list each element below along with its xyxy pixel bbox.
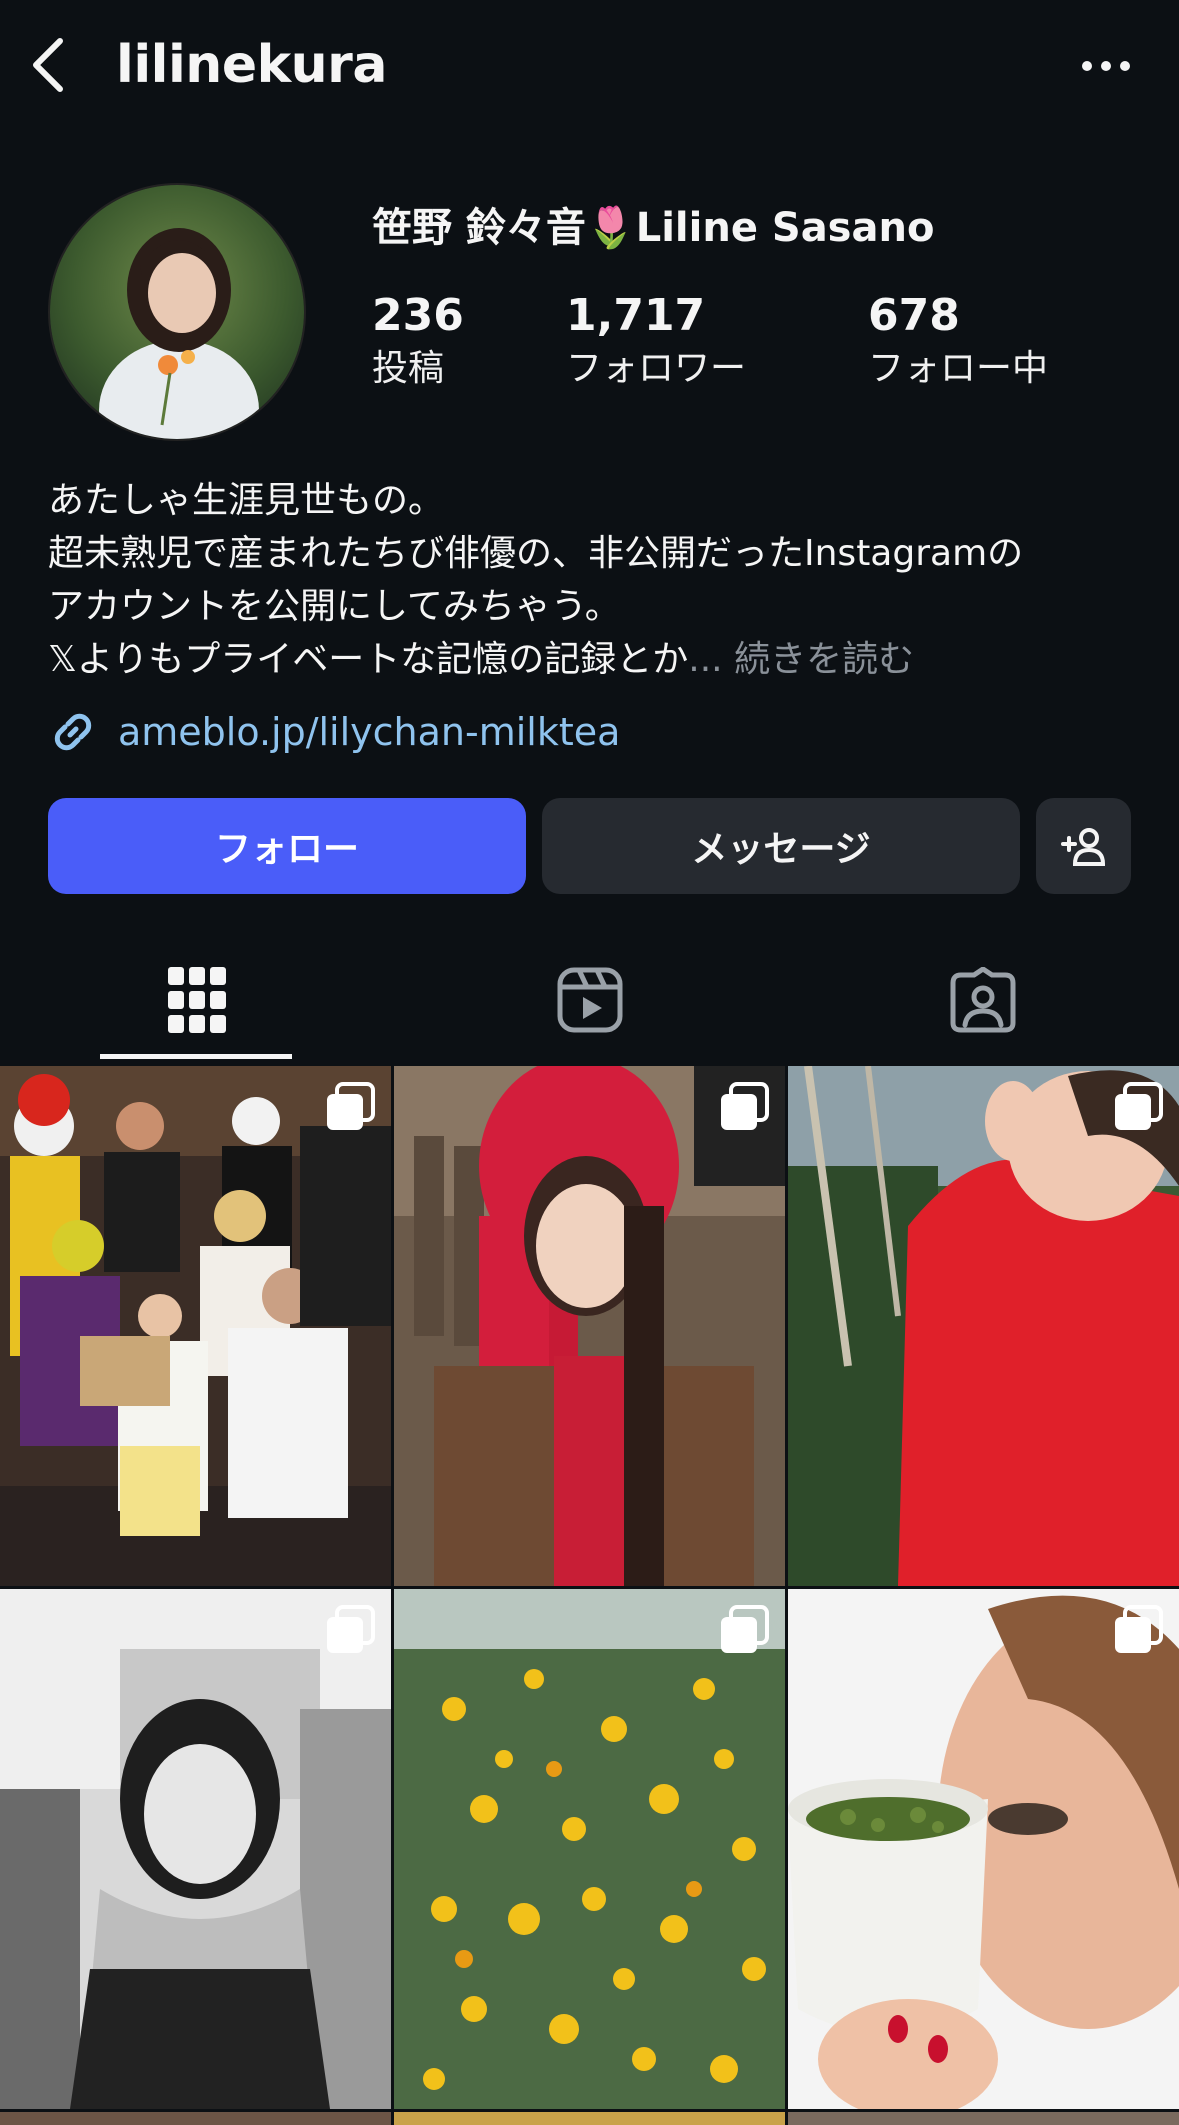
tab-posts-grid[interactable] [0, 940, 393, 1060]
posts-stat: 236 投稿 [372, 288, 464, 394]
followers-stat[interactable]: 1,717 フォロワー [566, 288, 746, 394]
post-image [788, 1589, 1179, 2109]
tagged-icon [950, 967, 1015, 1033]
bio-read-more[interactable]: ... 続きを読む [688, 639, 914, 680]
tab-reels[interactable] [393, 940, 786, 1060]
following-label: フォロー中 [868, 348, 1049, 389]
post-image [788, 1066, 1179, 1586]
bio-line: あたしゃ生涯見世もの。 [48, 480, 445, 521]
carousel-icon [721, 1082, 769, 1130]
post-thumbnail[interactable] [394, 1589, 785, 2109]
profile-tabs [0, 940, 1179, 1064]
link-icon [54, 713, 92, 751]
bio-line: 超未熟児で産まれたちび俳優の、非公開だったInstagramの [48, 533, 1024, 574]
avatar-photo [50, 185, 304, 439]
carousel-icon [1115, 1082, 1163, 1130]
carousel-icon [327, 1605, 375, 1653]
profile-username: lilinekura [116, 35, 387, 95]
post-thumbnail[interactable] [788, 2112, 1179, 2125]
post-image [0, 1589, 391, 2109]
bio-line-last: 𝕏よりもプライベートな記憶の記録とか... 続きを読む [48, 633, 1148, 686]
post-image [0, 1066, 391, 1586]
follow-button[interactable]: フォロー [48, 798, 526, 894]
profile-link[interactable]: ameblo.jp/lilychan-milktea [48, 704, 620, 760]
carousel-icon [1115, 1605, 1163, 1653]
post-thumbnail[interactable] [0, 2112, 391, 2125]
grid-icon [167, 967, 226, 1033]
more-options-button[interactable] [1071, 36, 1141, 96]
bio-line: 𝕏よりもプライベートな記憶の記録とか [48, 639, 689, 680]
tab-tagged[interactable] [786, 940, 1179, 1060]
post-thumbnail[interactable] [788, 1066, 1179, 1586]
profile-avatar[interactable] [48, 183, 306, 441]
posts-label: 投稿 [372, 348, 445, 389]
followers-count: 1,717 [566, 290, 706, 341]
add-person-icon [1060, 828, 1105, 866]
followers-label: フォロワー [566, 348, 747, 389]
post-thumbnail[interactable] [788, 1589, 1179, 2109]
active-tab-indicator [100, 1054, 292, 1059]
bio-line: アカウントを公開にしてみちゃう。 [48, 586, 621, 627]
reels-icon [557, 967, 622, 1033]
post-thumbnail[interactable] [0, 1589, 391, 2109]
chevron-left-icon [33, 38, 63, 92]
more-horizontal-icon [1082, 61, 1130, 71]
post-thumbnail[interactable] [394, 1066, 785, 1586]
link-url[interactable]: ameblo.jp/lilychan-milktea [118, 704, 620, 760]
profile-full-name: 笹野 鈴々音🌷Liline Sasano [372, 205, 935, 251]
posts-grid [0, 1066, 1179, 2125]
following-count: 678 [868, 290, 960, 341]
suggest-people-button[interactable] [1036, 798, 1131, 894]
message-button[interactable]: メッセージ [542, 798, 1020, 894]
post-thumbnail[interactable] [394, 2112, 785, 2125]
following-stat[interactable]: 678 フォロー中 [868, 288, 1048, 394]
carousel-icon [327, 1082, 375, 1130]
post-image [394, 1066, 785, 1586]
post-thumbnail[interactable] [0, 1066, 391, 1586]
back-button[interactable] [18, 30, 78, 100]
top-bar: lilinekura [0, 0, 1179, 132]
carousel-icon [721, 1605, 769, 1653]
profile-bio: あたしゃ生涯見世もの。 超未熟児で産まれたちび俳優の、非公開だったInstagr… [48, 474, 1148, 686]
post-image [394, 1589, 785, 2109]
posts-count: 236 [372, 290, 464, 341]
